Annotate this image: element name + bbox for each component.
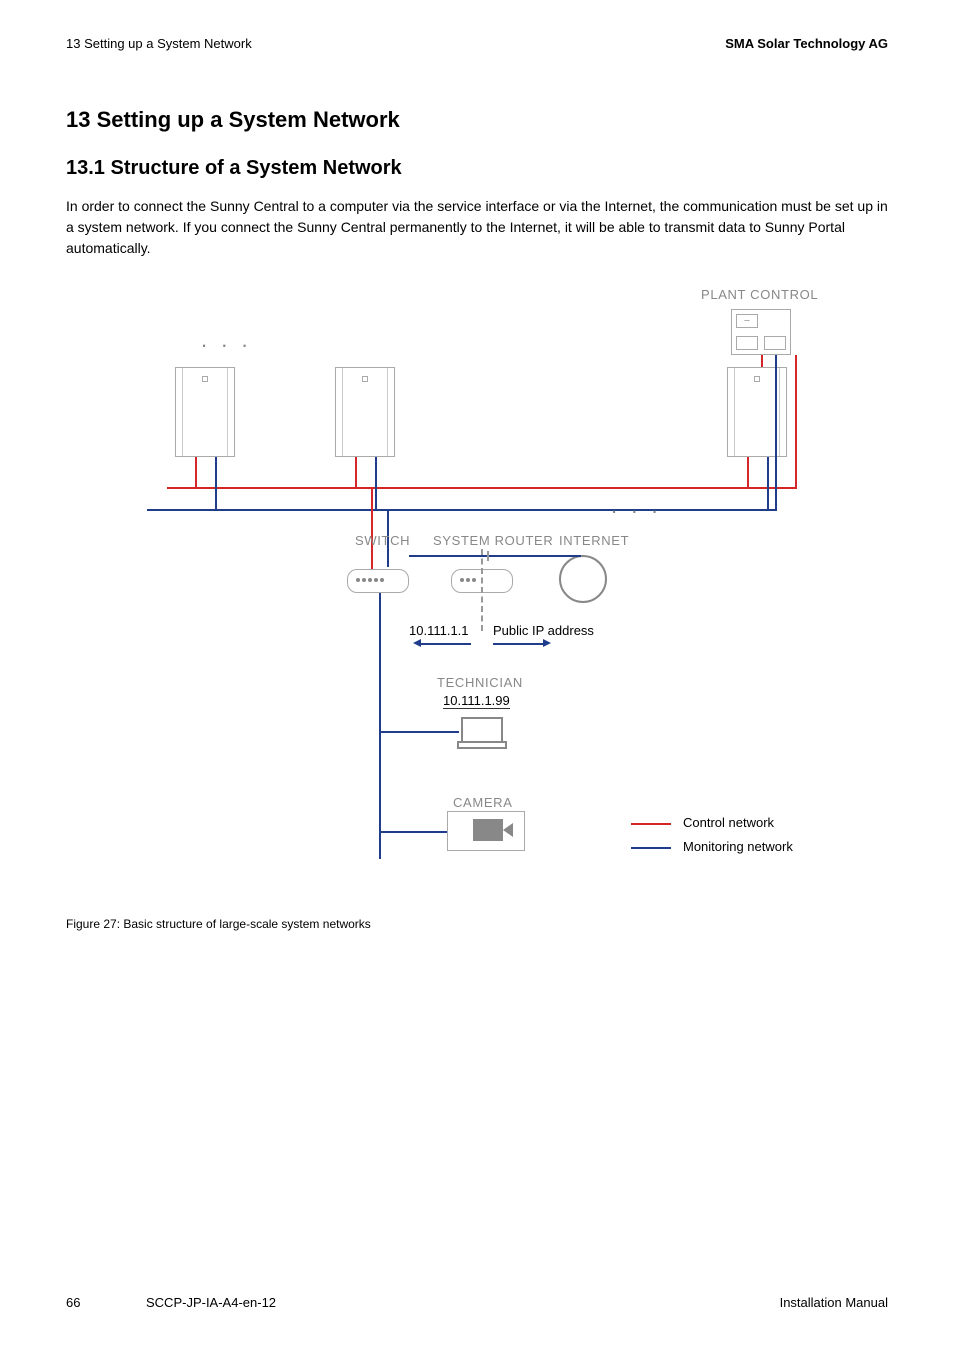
ip-left-label: 10.111.1.1 (409, 623, 469, 638)
arrow-line (493, 643, 543, 645)
figure-caption: Figure 27: Basic structure of large-scal… (66, 917, 888, 931)
control-line (167, 487, 797, 489)
arrow-left-icon (413, 639, 421, 647)
monitor-line (409, 555, 579, 557)
monitor-line (379, 593, 381, 859)
footer: 66 SCCP-JP-IA-A4-en-12 Installation Manu… (66, 1295, 888, 1310)
technician-label: TECHNICIAN (437, 675, 523, 690)
subsection-heading: 13.1 Structure of a System Network (66, 157, 888, 180)
ellipsis-icon: . . . (201, 327, 252, 353)
router-boundary (481, 549, 483, 631)
network-diagram: PLANT CONTROL ∼ . . . . . . SWITCH S (127, 287, 827, 907)
camera-label: CAMERA (453, 795, 513, 810)
body-paragraph: In order to connect the Sunny Central to… (66, 196, 888, 259)
monitor-line (579, 555, 581, 557)
legend-monitor: Monitoring network (631, 839, 793, 854)
switch-label: SWITCH (355, 533, 410, 548)
internet-label: INTERNET (559, 533, 629, 548)
cabinet-icon (175, 367, 235, 457)
plant-control-label: PLANT CONTROL (701, 287, 818, 302)
control-line (761, 355, 763, 367)
arrow-right-icon (543, 639, 551, 647)
control-line (195, 457, 197, 487)
monitor-line (147, 509, 777, 511)
header-right: SMA Solar Technology AG (725, 36, 888, 51)
plant-control-icon: ∼ (731, 309, 791, 355)
control-line (747, 457, 749, 487)
ip-right-label: Public IP address (493, 623, 594, 638)
header-left: 13 Setting up a System Network (66, 36, 252, 51)
cabinet-icon (335, 367, 395, 457)
footer-right: Installation Manual (780, 1295, 888, 1310)
monitor-line (767, 457, 769, 509)
monitor-line (775, 355, 777, 509)
cabinet-icon (727, 367, 787, 457)
doc-id: SCCP-JP-IA-A4-en-12 (146, 1295, 276, 1310)
control-line (355, 457, 357, 487)
section-heading: 13 Setting up a System Network (66, 107, 888, 133)
monitor-line (215, 457, 217, 509)
page-number: 66 (66, 1295, 80, 1310)
legend-control: Control network (631, 815, 774, 830)
monitor-line (379, 831, 447, 833)
router-pin (487, 551, 489, 561)
laptop-icon (461, 717, 503, 745)
monitor-line (379, 731, 459, 733)
system-router-label: SYSTEM ROUTER (433, 533, 553, 548)
globe-icon (559, 555, 607, 603)
control-line (371, 487, 373, 573)
switch-icon (347, 569, 409, 593)
arrow-line (421, 643, 471, 645)
camera-box (447, 811, 525, 851)
technician-ip-label: 10.111.1.99 (443, 693, 510, 709)
ellipsis-icon: . . . (611, 493, 662, 519)
control-line (795, 355, 797, 487)
monitor-line (375, 457, 377, 509)
